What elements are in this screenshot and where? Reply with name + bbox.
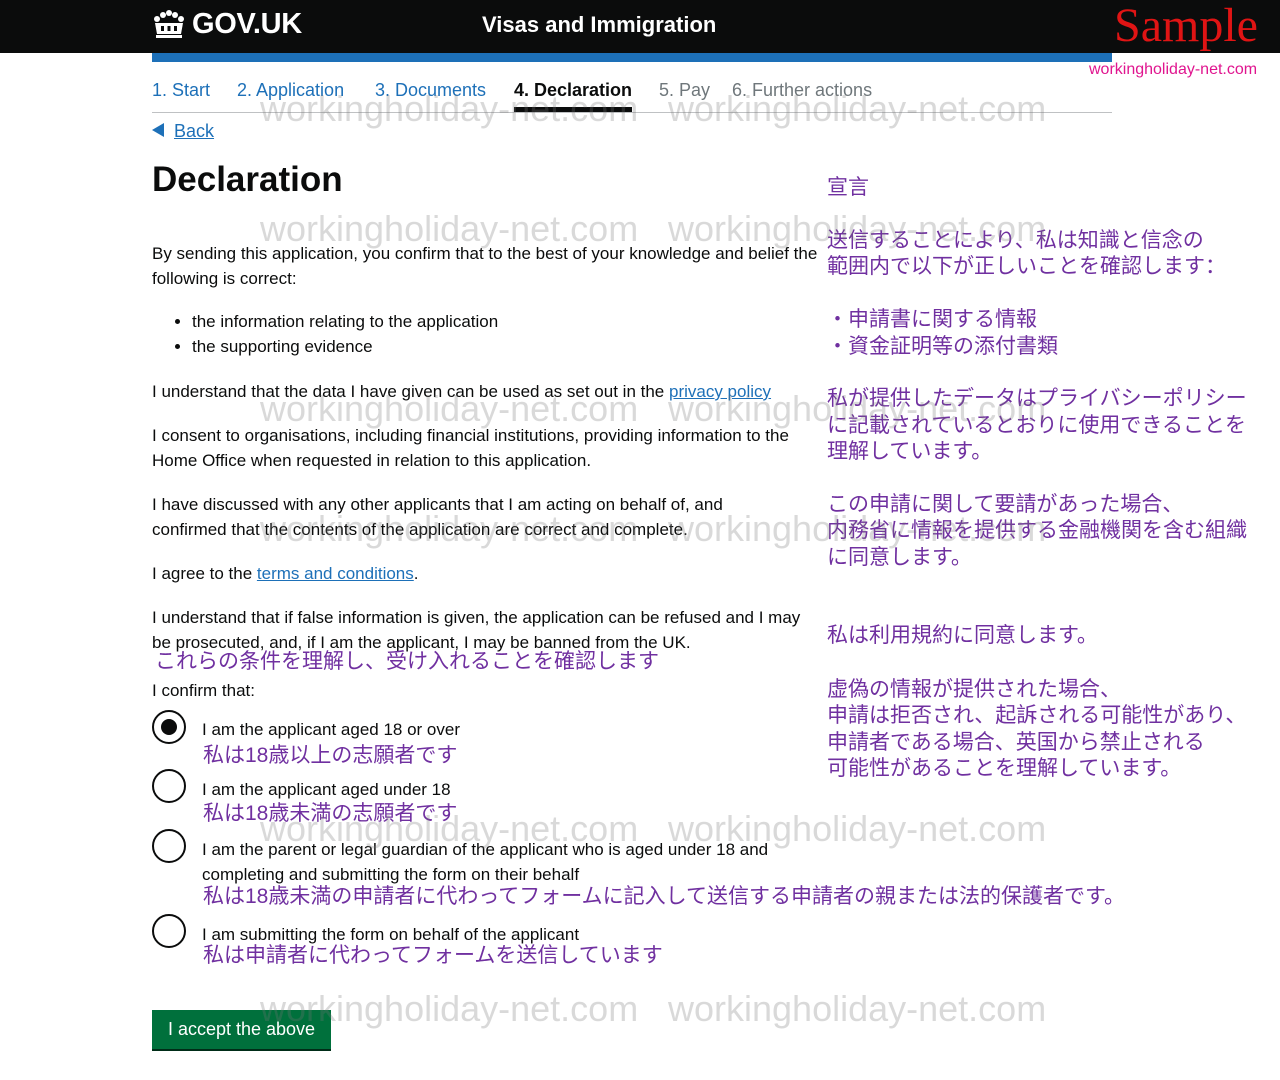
- govuk-logo[interactable]: GOV.UK: [152, 8, 302, 41]
- site-url-label: workingholiday-net.com: [1089, 61, 1258, 78]
- privacy-translation-1: 私が提供したデータはプライバシーポリシー: [827, 387, 1247, 410]
- privacy-text: I understand that the data I have given …: [152, 382, 669, 401]
- option-translation: 私は申請者に代わってフォームを送信しています: [203, 944, 663, 967]
- service-name[interactable]: Visas and Immigration: [482, 12, 716, 38]
- step-start[interactable]: 1. Start: [152, 80, 210, 101]
- option-label[interactable]: I am the applicant aged 18 or over: [202, 717, 822, 742]
- confirm-label: I confirm that:: [152, 681, 255, 700]
- sample-stamp: Sample: [1114, 0, 1258, 52]
- bullet-translation-2: ・資金証明等の添付書類: [827, 335, 1058, 358]
- privacy-policy-link[interactable]: privacy policy: [669, 382, 771, 401]
- option-translation: 私は18歳未満の申請者に代わってフォームに記入して送信する申請者の親または法的保…: [203, 885, 1125, 908]
- intro-translation-1: 送信することにより、私は知識と信念の: [827, 229, 1204, 252]
- terms-link[interactable]: terms and conditions: [257, 564, 414, 583]
- bullet-translation-1: ・申請書に関する情報: [827, 308, 1037, 331]
- confirm-heading-translation: これらの条件を理解し、受け入れることを確認します: [155, 650, 659, 673]
- option-translation: 私は18歳未満の志願者です: [203, 802, 458, 825]
- false-info-translation-1: 虚偽の情報が提供された場合、: [827, 678, 1121, 701]
- watermark: workingholiday-net.com: [668, 988, 1047, 1029]
- discussed-text: I have discussed with any other applican…: [152, 495, 723, 539]
- radio-parent-guardian[interactable]: [152, 829, 186, 863]
- header-accent-bar: [152, 53, 1112, 62]
- consent-translation-2: 内務省に情報を提供する金融機関を含む組織: [827, 519, 1247, 542]
- title-translation: 宣言: [827, 176, 869, 199]
- consent-translation-3: に同意します。: [827, 546, 972, 569]
- privacy-statement: I understand that the data I have given …: [152, 379, 822, 404]
- accept-button[interactable]: I accept the above: [152, 1010, 331, 1049]
- radio-applicant-18-over[interactable]: [152, 710, 186, 744]
- step-navigation: 1. Start 2. Application 3. Documents 4. …: [152, 80, 1112, 113]
- back-link-label: Back: [174, 121, 215, 141]
- step-declaration: 4. Declaration: [514, 80, 633, 112]
- bullet-item: the information relating to the applicat…: [192, 309, 498, 334]
- logo-text: GOV.UK: [192, 8, 302, 40]
- false-info-translation-4: 可能性があることを理解しています。: [827, 757, 1182, 780]
- privacy-translation-3: 理解しています。: [827, 440, 993, 463]
- agree-text: I agree to the: [152, 564, 257, 583]
- back-arrow-icon: [152, 123, 164, 138]
- bullet-item: the supporting evidence: [192, 334, 498, 359]
- radio-on-behalf[interactable]: [152, 914, 186, 948]
- bullet-list: the information relating to the applicat…: [152, 309, 498, 359]
- step-pay: 5. Pay: [659, 80, 711, 100]
- option-translation: 私は18歳以上の志願者です: [203, 744, 458, 767]
- step-further-actions: 6. Further actions: [732, 80, 873, 100]
- radio-applicant-under-18[interactable]: [152, 769, 186, 803]
- terms-translation: 私は利用規約に同意します。: [827, 624, 1098, 647]
- false-info-translation-2: 申請は拒否され、起訴される可能性があり、: [827, 704, 1247, 727]
- false-info-translation-3: 申請者である場合、英国から禁止される: [827, 731, 1205, 754]
- radio-selected-dot: [161, 719, 177, 735]
- intro-translation-2: 範囲内で以下が正しいことを確認します：: [827, 255, 1226, 278]
- intro-text: By sending this application, you confirm…: [152, 244, 818, 288]
- crown-icon: [154, 9, 184, 38]
- step-documents[interactable]: 3. Documents: [375, 80, 486, 101]
- option-label[interactable]: I am the applicant aged under 18: [202, 777, 822, 802]
- step-application[interactable]: 2. Application: [237, 80, 344, 101]
- option-label[interactable]: I am the parent or legal guardian of the…: [202, 837, 822, 887]
- privacy-translation-2: に記載されているとおりに使用できることを: [827, 414, 1246, 437]
- terms-statement: I agree to the terms and conditions.: [152, 561, 832, 586]
- consent-text: I consent to organisations, including fi…: [152, 426, 789, 470]
- agree-end: .: [413, 564, 419, 583]
- back-link[interactable]: Back: [152, 121, 214, 142]
- consent-translation-1: この申請に関して要請があった場合、: [827, 493, 1184, 516]
- page-title: Declaration: [152, 160, 343, 199]
